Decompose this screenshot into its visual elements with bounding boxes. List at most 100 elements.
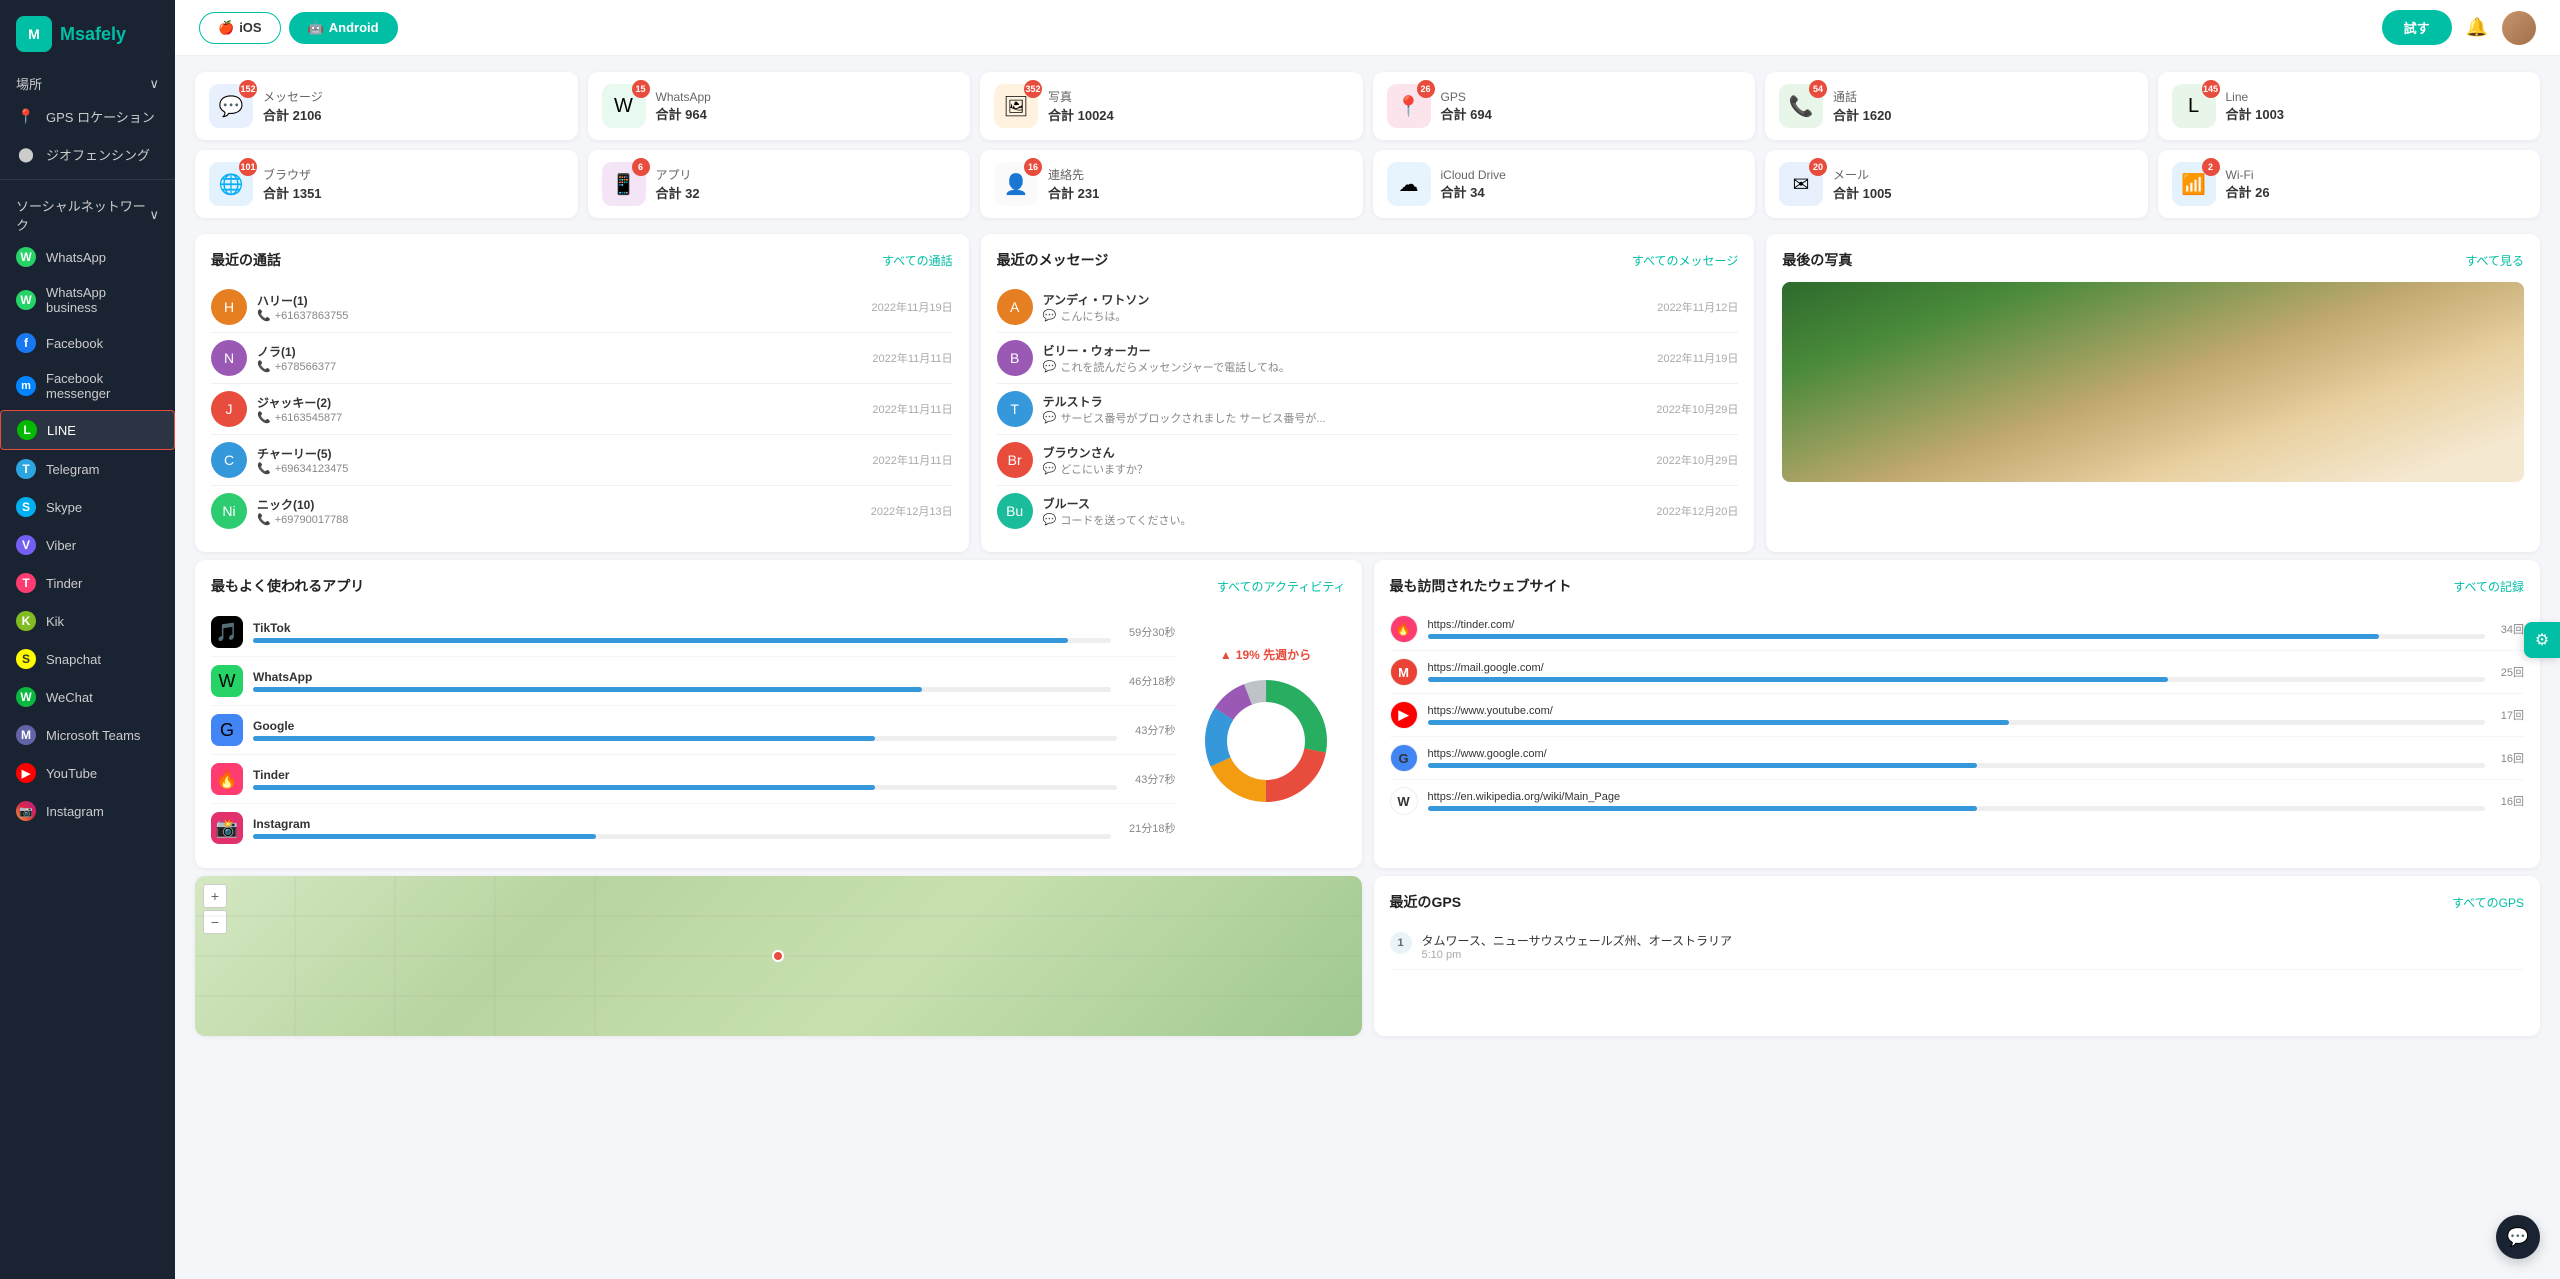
stat-value-wifi: 合計 26 <box>2226 182 2270 201</box>
app-item[interactable]: W WhatsApp 46分18秒 <box>211 657 1176 706</box>
chat-fab[interactable]: 💬 <box>2496 1215 2540 1259</box>
call-item[interactable]: N ノラ(1) 📞 +678566377 2022年11月11日 <box>211 333 953 384</box>
app-time: 46分18秒 <box>1129 673 1175 689</box>
sidebar-item-snapchat[interactable]: S Snapchat <box>0 640 175 678</box>
sidebar-item-whatsapp[interactable]: W WhatsApp <box>0 238 175 276</box>
stat-card-whatsapp[interactable]: W 15 WhatsApp 合計 964 <box>588 72 971 140</box>
app-usage-title: 最もよく使われるアプリ <box>211 576 364 596</box>
website-item[interactable]: G https://www.google.com/ 16回 <box>1390 737 2525 780</box>
bell-icon[interactable]: 🔔 <box>2466 17 2488 37</box>
sidebar-item-gps[interactable]: 📍 GPS ロケーション <box>0 97 175 135</box>
msg-date: 2022年11月19日 <box>1657 350 1738 366</box>
android-button[interactable]: 🤖 Android <box>289 12 398 44</box>
sidebar-item-line[interactable]: L LINE <box>0 410 175 450</box>
sidebar-item-telegram[interactable]: T Telegram <box>0 450 175 488</box>
websites-list: 🔥 https://tinder.com/ 34回 M https://mail… <box>1390 608 2525 822</box>
ios-button[interactable]: 🍎 iOS <box>199 12 281 44</box>
message-item[interactable]: T テルストラ 💬 サービス番号がブロックされました サービス番号が... 20… <box>997 384 1739 435</box>
msg-name: ブルース <box>1043 495 1647 512</box>
website-item[interactable]: W https://en.wikipedia.org/wiki/Main_Pag… <box>1390 780 2525 822</box>
stat-card-wifi[interactable]: 📶 2 Wi-Fi 合計 26 <box>2158 150 2541 218</box>
stat-info-icloud: iCloud Drive 合計 34 <box>1441 168 1506 201</box>
gps-item[interactable]: 1 タムワース、ニューサウスウェールズ州、オーストラリア 5:10 pm <box>1390 924 2525 970</box>
app-item[interactable]: 🎵 TikTok 59分30秒 <box>211 608 1176 657</box>
stat-card-apps[interactable]: 📱 6 アプリ 合計 32 <box>588 150 971 218</box>
stat-info-line: Line 合計 1003 <box>2226 90 2285 123</box>
stat-card-photos[interactable]: 🖼 352 写真 合計 10024 <box>980 72 1363 140</box>
app-time: 43分7秒 <box>1135 722 1175 738</box>
sidebar-item-facebook-messenger[interactable]: m Facebook messenger <box>0 362 175 410</box>
photo-preview[interactable] <box>1782 282 2524 482</box>
website-item[interactable]: ▶ https://www.youtube.com/ 17回 <box>1390 694 2525 737</box>
message-item[interactable]: B ビリー・ウォーカー 💬 これを読んだらメッセンジャーで電話してね。 2022… <box>997 333 1739 384</box>
app-time: 43分7秒 <box>1135 771 1175 787</box>
stat-card-calls[interactable]: 📞 54 通話 合計 1620 <box>1765 72 2148 140</box>
website-bar-wrap <box>1428 720 2485 725</box>
sidebar-item-wechat[interactable]: W WeChat <box>0 678 175 716</box>
sidebar-item-tinder[interactable]: T Tinder <box>0 564 175 602</box>
sidebar-section-social[interactable]: ソーシャルネットワーク ∨ <box>0 186 175 238</box>
sidebar-section-location[interactable]: 場所 ∨ <box>0 64 175 97</box>
app-item[interactable]: G Google 43分7秒 <box>211 706 1176 755</box>
website-count: 25回 <box>2501 664 2524 680</box>
recent-calls-link[interactable]: すべての通話 <box>882 252 953 269</box>
stat-badge-gps: 26 <box>1417 80 1435 98</box>
website-bar-wrap <box>1428 806 2485 811</box>
stat-label-email: メール <box>1833 166 1892 183</box>
message-item[interactable]: A アンディ・ワトソン 💬 こんにちは。 2022年11月12日 <box>997 282 1739 333</box>
call-item[interactable]: H ハリー(1) 📞 +61637863755 2022年11月19日 <box>211 282 953 333</box>
stat-card-messages[interactable]: 💬 152 メッセージ 合計 2106 <box>195 72 578 140</box>
stat-badge-apps: 6 <box>632 158 650 176</box>
call-item[interactable]: Ni ニック(10) 📞 +69790017788 2022年12月13日 <box>211 486 953 536</box>
stat-card-contacts[interactable]: 👤 16 連絡先 合計 231 <box>980 150 1363 218</box>
avatar[interactable] <box>2502 11 2536 45</box>
msg-icon: 💬 <box>1043 513 1057 526</box>
app-item[interactable]: 📸 Instagram 21分18秒 <box>211 804 1176 852</box>
recent-messages-link[interactable]: すべてのメッセージ <box>1632 252 1738 269</box>
message-item[interactable]: Bu ブルース 💬 コードを送ってください。 2022年12月20日 <box>997 486 1739 536</box>
sidebar-item-instagram[interactable]: 📷 Instagram <box>0 792 175 830</box>
sidebar-item-viber[interactable]: V Viber <box>0 526 175 564</box>
sidebar-item-kik[interactable]: K Kik <box>0 602 175 640</box>
stat-card-gps[interactable]: 📍 26 GPS 合計 694 <box>1373 72 1756 140</box>
stat-card-icloud[interactable]: ☁ iCloud Drive 合計 34 <box>1373 150 1756 218</box>
app-usage-link[interactable]: すべてのアクティビティ <box>1217 578 1346 595</box>
gps-panel-link[interactable]: すべてのGPS <box>2452 894 2524 911</box>
website-bar <box>1428 763 1978 768</box>
app-logo-whatsapp: W <box>211 665 243 697</box>
stat-label-apps: アプリ <box>656 166 700 183</box>
sidebar-item-whatsapp-business[interactable]: W WhatsApp business <box>0 276 175 324</box>
last-photo-header: 最後の写真 すべて見る <box>1782 250 2524 270</box>
app-item[interactable]: 🔥 Tinder 43分7秒 <box>211 755 1176 804</box>
app-info-google: Google <box>253 719 1117 741</box>
website-item[interactable]: 🔥 https://tinder.com/ 34回 <box>1390 608 2525 651</box>
call-item[interactable]: J ジャッキー(2) 📞 +6163545877 2022年11月11日 <box>211 384 953 435</box>
app-usage-inner: 🎵 TikTok 59分30秒 W WhatsApp 46分18秒 G Goog… <box>211 608 1346 852</box>
recent-calls-panel: 最近の通話 すべての通話 H ハリー(1) 📞 +61637863755 202… <box>195 234 969 552</box>
try-button[interactable]: 試す <box>2382 10 2452 45</box>
settings-fab[interactable]: ⚙ <box>2524 622 2560 658</box>
main-content: 🍎 iOS 🤖 Android 試す 🔔 💬 152 メッセージ 合計 <box>175 0 2560 1279</box>
call-item[interactable]: C チャーリー(5) 📞 +69634123475 2022年11月11日 <box>211 435 953 486</box>
last-photo-link[interactable]: すべて見る <box>2465 252 2524 269</box>
sidebar-item-geofencing[interactable]: ⬤ ジオフェンシング <box>0 135 175 173</box>
stat-icon-email: ✉ 20 <box>1779 162 1823 206</box>
stat-icon-gps: 📍 26 <box>1387 84 1431 128</box>
websites-link[interactable]: すべての記録 <box>2453 578 2524 595</box>
stat-card-line[interactable]: L 145 Line 合計 1003 <box>2158 72 2541 140</box>
gps-time: 5:10 pm <box>1422 949 2525 961</box>
website-item[interactable]: M https://mail.google.com/ 25回 <box>1390 651 2525 694</box>
msg-icon: 💬 <box>1043 360 1057 373</box>
stat-icon-browser: 🌐 101 <box>209 162 253 206</box>
stat-card-browser[interactable]: 🌐 101 ブラウザ 合計 1351 <box>195 150 578 218</box>
msg-name: ブラウンさん <box>1043 444 1647 461</box>
stat-card-email[interactable]: ✉ 20 メール 合計 1005 <box>1765 150 2148 218</box>
message-item[interactable]: Br ブラウンさん 💬 どこにいますか？ 2022年10月29日 <box>997 435 1739 486</box>
sidebar-item-skype[interactable]: S Skype <box>0 488 175 526</box>
phone-icon: 📞 <box>257 411 271 424</box>
stat-label-browser: ブラウザ <box>263 166 322 183</box>
sidebar-item-microsoft-teams[interactable]: M Microsoft Teams <box>0 716 175 754</box>
sidebar-item-facebook[interactable]: f Facebook <box>0 324 175 362</box>
website-bar <box>1428 720 2009 725</box>
sidebar-item-youtube[interactable]: ▶ YouTube <box>0 754 175 792</box>
